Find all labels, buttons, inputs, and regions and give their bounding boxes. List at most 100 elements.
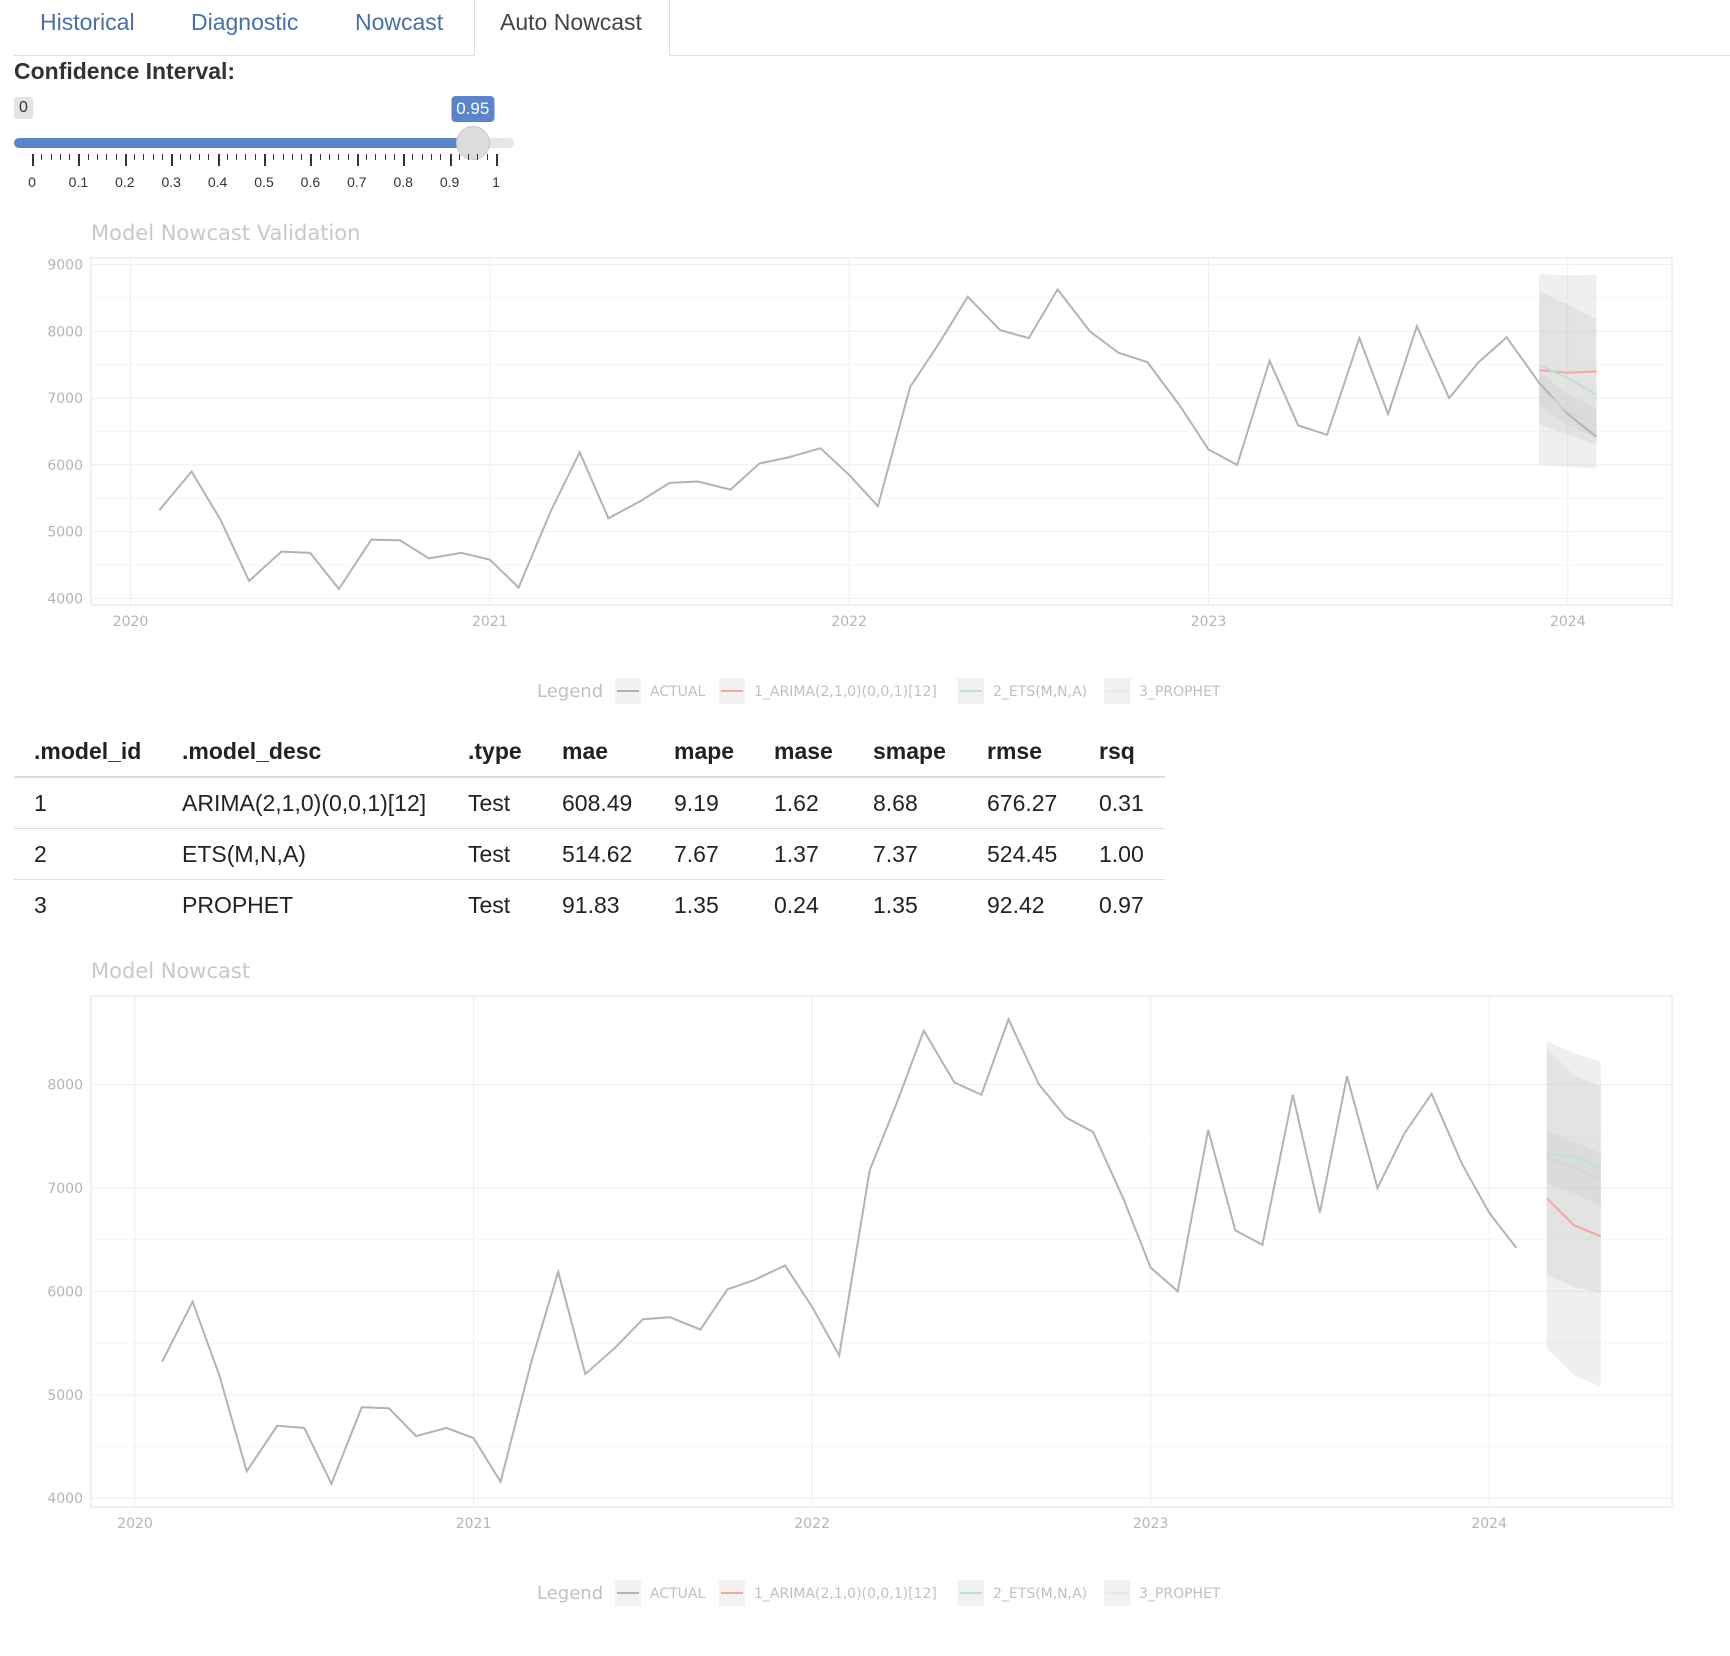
y-tick-label: 5000 [47, 1388, 83, 1404]
slider-minor-tick [458, 154, 460, 160]
cell-type: Test [448, 777, 542, 829]
table-row: 1 ARIMA(2,1,0)(0,0,1)[12] Test 608.49 9.… [14, 777, 1165, 829]
cell-smape: 1.35 [873, 891, 918, 918]
x-tick-label: 2024 [1471, 1516, 1507, 1532]
slider-min-badge: 0 [14, 97, 33, 119]
nowcast-chart-svg: Model Nowcast 4000 5000 6000 7000 8000 2020 202… [47, 960, 1673, 1606]
cell-mase: 1.37 [754, 828, 853, 880]
slider-minor-tick [115, 154, 117, 160]
slider-minor-tick [134, 154, 136, 160]
cell-type: Test [448, 828, 542, 880]
cell-rsq: 1.00 [1079, 828, 1165, 880]
slider-major-tick [356, 154, 359, 166]
y-tick-label: 7000 [47, 1181, 83, 1197]
chart-title: Model Nowcast [91, 960, 250, 983]
slider-minor-tick [366, 154, 368, 160]
cell-model-id: 3 [34, 891, 47, 918]
x-tick-label: 2020 [117, 1516, 153, 1532]
cell-model-desc: ETS(M,N,A) [162, 828, 448, 880]
slider-handle[interactable] [455, 126, 490, 160]
x-tick-label: 2023 [1133, 1516, 1169, 1532]
slider-minor-tick [161, 154, 163, 160]
y-tick-label: 8000 [47, 1077, 83, 1093]
slider-minor-tick [254, 154, 256, 160]
slider-minor-tick [338, 154, 340, 160]
x-tick-label: 2022 [831, 614, 867, 630]
slider-minor-tick [152, 154, 154, 160]
header-mase: mase [754, 726, 853, 778]
series-line [158, 287, 1598, 591]
cell-mae: 514.62 [542, 828, 654, 880]
slider-minor-tick [208, 154, 210, 160]
y-tick-label: 6000 [47, 458, 83, 474]
slider-minor-tick [245, 154, 247, 160]
y-tick-label: 4000 [47, 591, 83, 607]
chart-title: Model Nowcast Validation [91, 222, 360, 245]
cell-type: Test [468, 891, 511, 918]
header-rsq: rsq [1079, 726, 1165, 778]
cell-model-desc: PROPHET [182, 891, 294, 918]
cell-mape: 7.67 [654, 828, 754, 880]
y-tick-label: 8000 [47, 324, 83, 340]
validation-chart-svg: Model Nowcast Validation 4000 5000 6000 7000… [47, 222, 1673, 704]
slider-tick-label: 0.9 [439, 174, 460, 190]
cell-mae: 91.83 [562, 891, 620, 918]
legend-label: ACTUAL [650, 1586, 705, 1602]
slider-minor-tick [486, 154, 488, 160]
slider-minor-tick [319, 154, 321, 160]
slider-major-tick [171, 154, 174, 166]
slider-minor-tick [106, 154, 108, 160]
y-tick-label: 6000 [47, 1284, 83, 1300]
tab-historical[interactable]: Historical [40, 0, 135, 56]
metrics-header-row: .model_id .model_desc .type mae mape mas… [14, 726, 1165, 778]
slider-major-tick [217, 154, 220, 166]
confidence-interval-slider[interactable]: 0 0.95 0 0.1 0.2 0.3 0.4 0.5 0.6 0.7 0.8 0.9 1 [14, 96, 534, 196]
cell-mase: 1.62 [754, 777, 853, 829]
validation-chart: Model Nowcast Validation 4000 5000 6000 7000… [0, 222, 1730, 722]
header-rmse: rmse [967, 726, 1079, 778]
slider-minor-tick [59, 154, 61, 160]
slider-minor-tick [393, 154, 395, 160]
slider-tick-label: 0.3 [161, 174, 181, 190]
slider-minor-tick [236, 154, 238, 160]
tab-bar: Historical Diagnostic Nowcast Auto Nowca… [0, 0, 1730, 56]
slider-minor-tick [143, 154, 145, 160]
slider-minor-tick [96, 154, 98, 160]
cell-mape: 9.19 [654, 777, 754, 829]
slider-minor-tick [412, 154, 414, 160]
x-tick-label: 2021 [456, 1516, 492, 1532]
x-tick-label: 2020 [113, 614, 149, 630]
slider-tick-label: 0.7 [347, 174, 367, 190]
slider-minor-tick [477, 154, 479, 160]
slider-minor-tick [69, 154, 71, 160]
tab-nowcast[interactable]: Nowcast [355, 0, 443, 56]
slider-minor-tick [301, 154, 303, 160]
slider-tick-label: 0.2 [115, 174, 135, 190]
tab-diagnostic[interactable]: Diagnostic [191, 0, 298, 56]
slider-major-tick [124, 154, 127, 166]
plot-panel [90, 995, 1673, 1508]
slider-minor-tick [50, 154, 52, 160]
legend-label: 2_ETS(M,N,A) [993, 684, 1087, 700]
legend-label: 2_ETS(M,N,A) [993, 1586, 1087, 1602]
legend-label: 1_ARIMA(2,1,0)(0,0,1)[12] [754, 684, 937, 700]
slider-major-tick [403, 154, 406, 166]
x-tick-label: 2021 [472, 614, 508, 630]
legend-label: ACTUAL [650, 684, 705, 700]
x-tick-label: 2024 [1550, 614, 1586, 630]
legend-title: Legend [537, 1583, 603, 1604]
tab-auto-nowcast[interactable]: Auto Nowcast [474, 0, 670, 56]
slider-major-tick [449, 154, 452, 166]
y-tick-label: 9000 [47, 258, 83, 274]
header-mape: mape [654, 726, 754, 778]
cell-rsq: 0.97 [1099, 891, 1144, 918]
y-tick-label: 5000 [47, 525, 83, 541]
slider-minor-tick [282, 154, 284, 160]
cell-rmse: 524.45 [967, 828, 1079, 880]
slider-minor-tick [273, 154, 275, 160]
x-tick-label: 2023 [1191, 614, 1227, 630]
legend-label: 3_PROPHET [1139, 1586, 1221, 1602]
header-mae: mae [542, 726, 654, 778]
y-tick-label: 7000 [47, 391, 83, 407]
slider-minor-tick [226, 154, 228, 160]
